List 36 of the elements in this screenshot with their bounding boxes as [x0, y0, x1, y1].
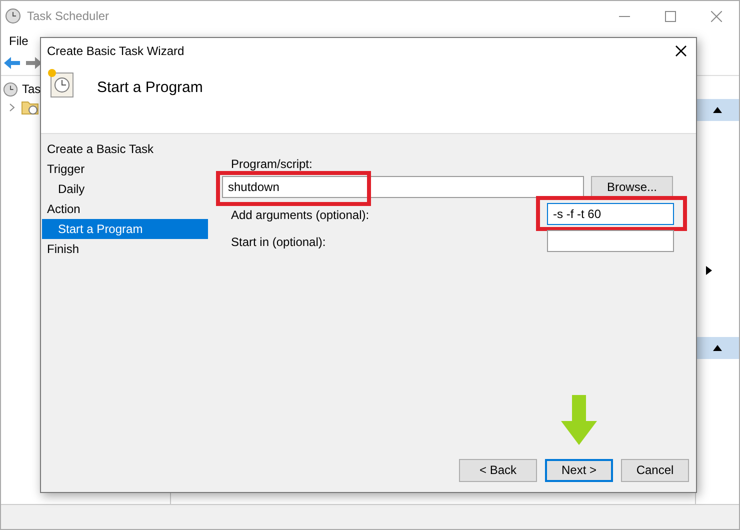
close-icon[interactable] — [675, 44, 687, 56]
menu-item[interactable]: File — [9, 32, 28, 50]
wizard-button[interactable]: Next > — [545, 459, 613, 482]
clock-icon — [5, 8, 21, 24]
chevron-icon[interactable] — [9, 102, 17, 112]
expand-arrow-icon[interactable] — [706, 266, 712, 276]
task-clock-icon — [47, 67, 75, 99]
wizard-step[interactable]: Trigger — [42, 159, 208, 179]
tree-item[interactable]: Tas — [22, 80, 41, 98]
dialog-title: Create Basic Task Wizard — [47, 42, 184, 60]
wizard-step[interactable]: Finish — [42, 239, 208, 259]
page-heading: Start a Program — [97, 78, 203, 98]
back-arrow-icon[interactable] — [3, 56, 21, 70]
wizard-step[interactable]: Action — [42, 199, 208, 219]
field-label: Add arguments (optional): — [230, 206, 370, 224]
wizard-button[interactable]: < Back — [459, 459, 537, 482]
down-arrow-icon — [561, 395, 597, 445]
wizard-step[interactable]: Create a Basic Task — [42, 139, 208, 159]
wizard-step[interactable]: Start a Program — [42, 219, 208, 239]
input-field[interactable] — [547, 230, 674, 252]
forward-arrow-icon[interactable] — [25, 56, 43, 70]
folder-icon[interactable] — [21, 100, 39, 114]
wizard-step[interactable]: Daily — [42, 179, 208, 199]
field-label: Program/script: — [230, 156, 312, 173]
input-field[interactable]: shutdown — [222, 176, 584, 198]
wizard-button[interactable]: Cancel — [621, 459, 689, 482]
panel-header[interactable] — [696, 337, 739, 359]
collapse-icon[interactable] — [713, 107, 722, 113]
window-title: Task Scheduler — [27, 8, 110, 25]
field-label: Start in (optional): — [230, 234, 326, 250]
panel-header[interactable] — [696, 99, 739, 121]
clock-icon — [3, 82, 18, 96]
collapse-icon[interactable] — [713, 345, 722, 351]
input-field[interactable]: -s -f -t 60 — [547, 203, 674, 225]
minimize-icon[interactable] — [618, 16, 630, 18]
maximize-icon[interactable] — [664, 11, 676, 22]
